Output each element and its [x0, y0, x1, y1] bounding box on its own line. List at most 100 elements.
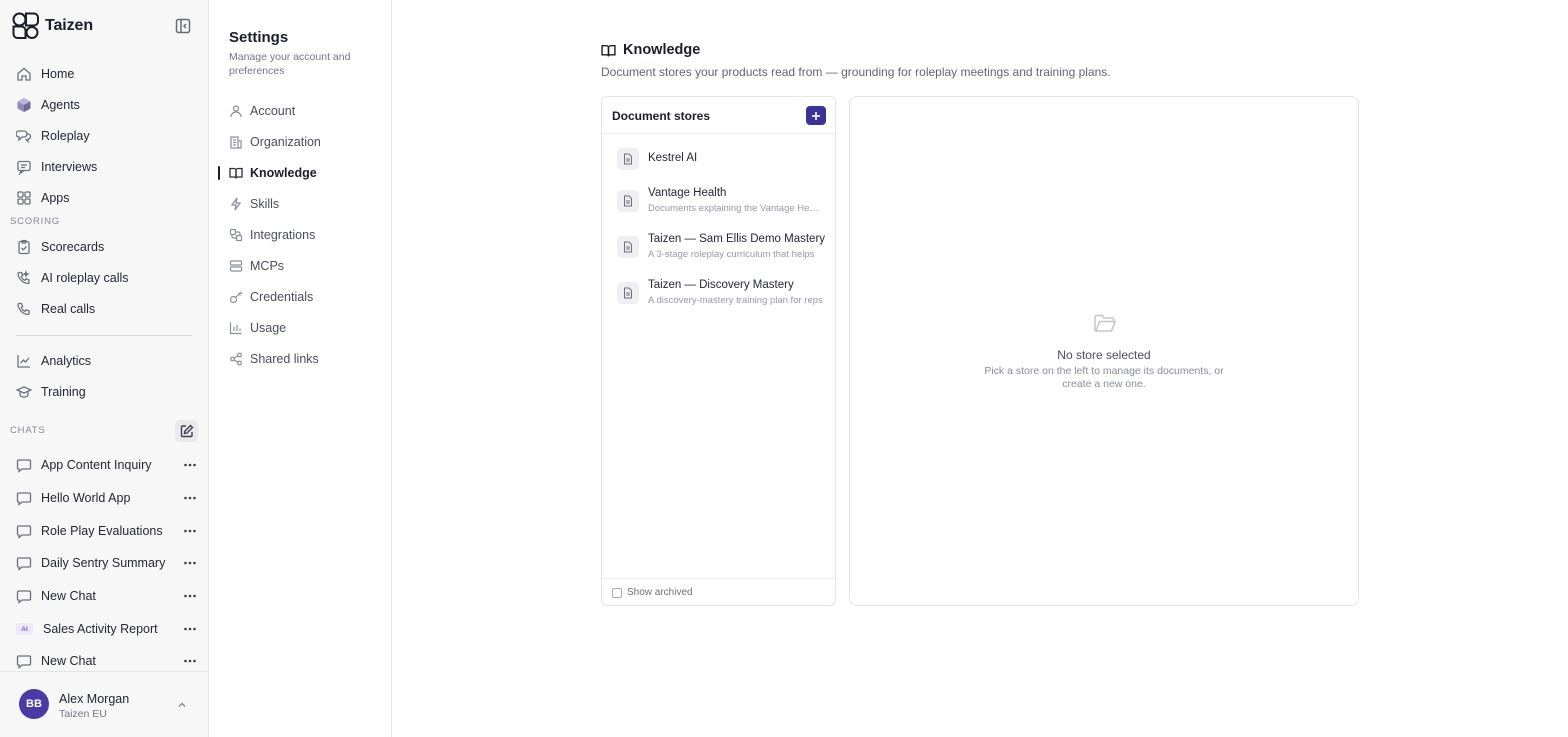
- document-stores-header: Document stores: [602, 97, 835, 134]
- taizen-logo-icon: [12, 12, 39, 40]
- avatar: BB: [19, 689, 49, 719]
- settings-item-account[interactable]: Account: [229, 101, 295, 121]
- nav-apps[interactable]: Apps: [16, 187, 70, 209]
- folder-open-icon: [1093, 312, 1117, 334]
- settings-item-label: Organization: [250, 135, 321, 149]
- nav-label: Home: [41, 67, 75, 81]
- chats-section-label: CHATS: [10, 425, 46, 436]
- user-menu[interactable]: BB Alex Morgan Taizen EU: [0, 671, 208, 737]
- share-icon: [229, 352, 243, 366]
- store-name: Kestrel AI: [648, 152, 698, 164]
- book-icon: [601, 43, 616, 58]
- nav-roleplay[interactable]: Roleplay: [16, 125, 90, 147]
- store-item[interactable]: Taizen — Discovery Mastery A discovery-m…: [602, 273, 835, 313]
- settings-item-credentials[interactable]: Credentials: [229, 287, 313, 307]
- more-options-icon[interactable]: [182, 457, 198, 473]
- nav-real-calls[interactable]: Real calls: [16, 298, 95, 320]
- apps-icon: [16, 190, 32, 206]
- document-stores-panel: Document stores Kestrel AI Vantage Healt…: [601, 96, 836, 606]
- new-chat-button[interactable]: [175, 420, 198, 442]
- settings-item-integrations[interactable]: Integrations: [229, 225, 315, 245]
- brand[interactable]: Taizen: [12, 12, 93, 40]
- chat-bubble-icon: [16, 523, 32, 539]
- integrations-icon: [229, 228, 243, 242]
- analytics-icon: [16, 353, 32, 369]
- store-item[interactable]: Taizen — Sam Ellis Demo Mastery A 3-stag…: [602, 227, 835, 267]
- roleplay-icon: [16, 128, 32, 144]
- chat-item[interactable]: New Chat: [16, 650, 198, 672]
- show-archived-checkbox[interactable]: [612, 588, 622, 598]
- chat-item[interactable]: New Chat: [16, 585, 198, 607]
- chat-bubble-icon: [16, 653, 32, 669]
- settings-item-skills[interactable]: Skills: [229, 194, 279, 214]
- settings-item-mcps[interactable]: MCPs: [229, 256, 284, 276]
- more-options-icon[interactable]: [182, 555, 198, 571]
- nav-training[interactable]: Training: [16, 381, 86, 403]
- document-icon: [617, 190, 639, 212]
- more-options-icon[interactable]: [182, 588, 198, 604]
- page-description: Document stores your products read from …: [601, 65, 1111, 79]
- store-name: Taizen — Discovery Mastery: [648, 279, 794, 291]
- settings-item-organization[interactable]: Organization: [229, 132, 321, 152]
- chat-item[interactable]: Role Play Evaluations: [16, 520, 198, 542]
- nav-label: Real calls: [41, 302, 96, 316]
- settings-item-shared-links[interactable]: Shared links: [229, 349, 319, 369]
- store-name: Vantage Health: [648, 187, 727, 199]
- settings-title: Settings: [229, 29, 289, 46]
- bar-chart-icon: [229, 321, 243, 335]
- document-icon: [617, 282, 639, 304]
- ai-badge: AI: [16, 623, 33, 635]
- chat-title: Hello World App: [41, 491, 131, 505]
- nav-label: Roleplay: [41, 129, 90, 143]
- edit-icon: [180, 424, 194, 438]
- nav-analytics[interactable]: Analytics: [16, 350, 91, 372]
- active-indicator: [218, 166, 220, 180]
- server-icon: [229, 259, 243, 273]
- nav-label: Agents: [41, 98, 80, 112]
- chat-bubble-icon: [16, 588, 32, 604]
- settings-item-knowledge[interactable]: Knowledge: [229, 163, 317, 183]
- nav-home[interactable]: Home: [16, 63, 74, 85]
- sidebar-divider: [16, 335, 192, 336]
- phone-ai-icon: [16, 270, 32, 286]
- nav-scorecards[interactable]: Scorecards: [16, 236, 104, 258]
- home-icon: [16, 66, 32, 82]
- nav-ai-roleplay-calls[interactable]: AI roleplay calls: [16, 267, 129, 289]
- more-options-icon[interactable]: [182, 490, 198, 506]
- nav-label: AI roleplay calls: [41, 271, 129, 285]
- store-description: Documents explaining the Vantage Health: [648, 203, 823, 214]
- clipboard-icon: [16, 239, 32, 255]
- settings-item-label: Account: [250, 104, 296, 118]
- settings-item-label: Integrations: [250, 228, 316, 242]
- nav-interviews[interactable]: Interviews: [16, 156, 97, 178]
- add-store-button[interactable]: [806, 106, 826, 125]
- settings-item-label: Knowledge: [250, 166, 317, 180]
- chat-item[interactable]: Hello World App: [16, 487, 198, 509]
- chat-item[interactable]: Daily Sentry Summary: [16, 552, 198, 574]
- settings-nav: Settings Manage your account and prefere…: [209, 0, 392, 737]
- nav-agents[interactable]: Agents: [16, 94, 80, 116]
- chevron-up-icon[interactable]: [175, 698, 189, 712]
- chat-item[interactable]: AI Sales Activity Report: [16, 618, 198, 640]
- collapse-sidebar-icon[interactable]: [174, 17, 192, 35]
- more-options-icon[interactable]: [182, 523, 198, 539]
- settings-item-label: Credentials: [250, 290, 314, 304]
- nav-label: Analytics: [41, 354, 92, 368]
- plus-icon: [811, 111, 821, 121]
- more-options-icon[interactable]: [182, 621, 198, 637]
- graduation-cap-icon: [16, 384, 32, 400]
- building-icon: [229, 135, 243, 149]
- chat-title: Sales Activity Report: [43, 622, 158, 636]
- page-title: Knowledge: [623, 42, 701, 58]
- settings-item-label: MCPs: [250, 259, 285, 273]
- stores-footer: Show archived: [602, 578, 835, 606]
- show-archived-label[interactable]: Show archived: [627, 587, 693, 598]
- settings-item-label: Skills: [250, 197, 280, 211]
- settings-item-usage[interactable]: Usage: [229, 318, 286, 338]
- more-options-icon[interactable]: [182, 653, 198, 669]
- store-item[interactable]: Kestrel AI: [602, 139, 835, 179]
- store-item[interactable]: Vantage Health Documents explaining the …: [602, 181, 835, 221]
- settings-item-label: Usage: [250, 321, 287, 335]
- scoring-section-label: SCORING: [10, 216, 60, 227]
- chat-item[interactable]: App Content Inquiry: [16, 454, 198, 476]
